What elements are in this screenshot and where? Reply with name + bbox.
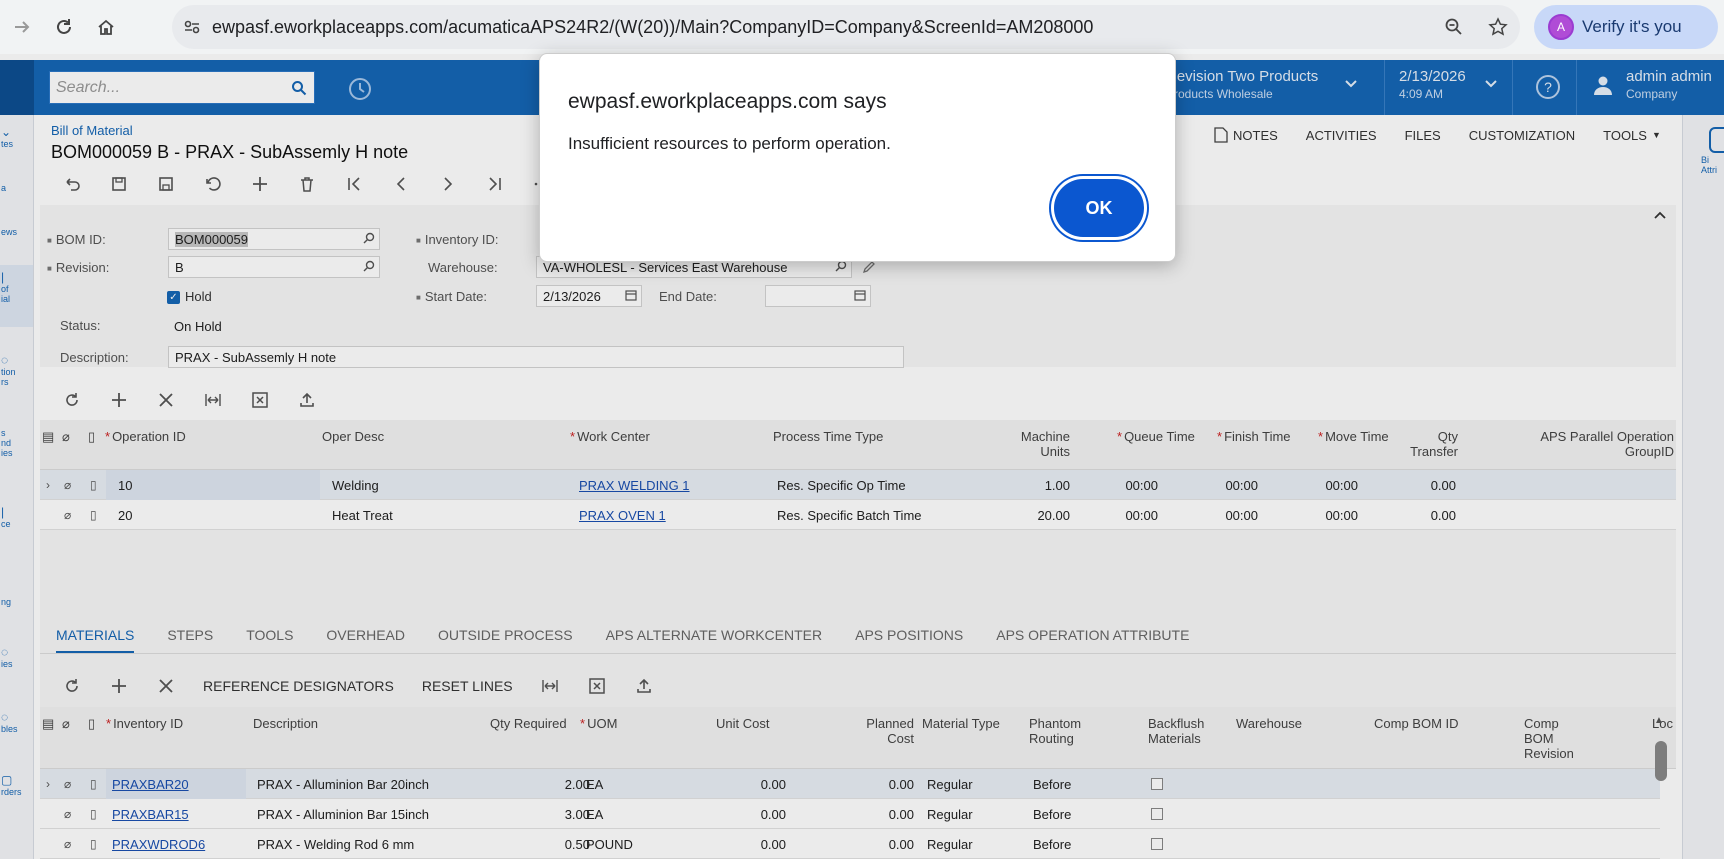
bookmark-star-icon[interactable] [1476,17,1520,37]
verify-label: Verify it's you [1582,17,1682,36]
ok-button[interactable]: OK [1054,179,1144,237]
dialog-message: Insufficient resources to perform operat… [568,134,891,153]
home-icon[interactable] [86,7,126,47]
dialog-title: ewpasf.eworkplaceapps.com says [568,90,887,113]
alert-dialog: ewpasf.eworkplaceapps.com says Insuffici… [539,53,1176,262]
profile-avatar: A [1548,14,1574,40]
reload-icon[interactable] [44,7,84,47]
zoom-icon[interactable] [1432,17,1476,37]
browser-toolbar: ewpasf.eworkplaceapps.com/acumaticaAPS24… [0,0,1724,54]
address-bar[interactable]: ewpasf.eworkplaceapps.com/acumaticaAPS24… [172,5,1520,49]
url-text[interactable]: ewpasf.eworkplaceapps.com/acumaticaAPS24… [212,17,1432,38]
site-settings-icon[interactable] [172,17,212,37]
forward-icon[interactable] [2,7,42,47]
verify-identity-button[interactable]: A Verify it's you [1534,5,1718,49]
